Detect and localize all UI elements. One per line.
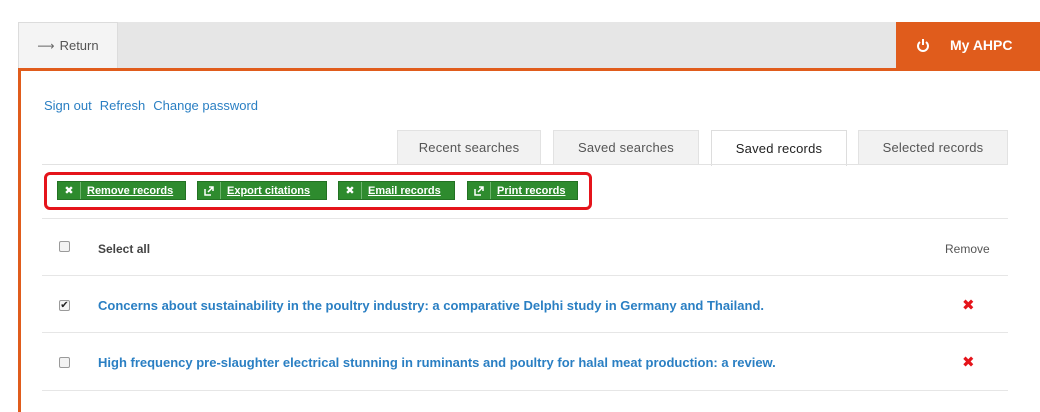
remove-record-icon[interactable]: ✖ bbox=[962, 353, 975, 371]
external-link-icon bbox=[468, 182, 491, 199]
close-icon: ✖ bbox=[339, 182, 362, 199]
remove-column-header: Remove bbox=[945, 242, 990, 256]
sign-out-link[interactable]: Sign out bbox=[44, 98, 92, 113]
tab-recent-searches[interactable]: Recent searches bbox=[397, 130, 541, 164]
divider bbox=[42, 275, 1008, 276]
record-title-link[interactable]: High frequency pre-slaughter electrical … bbox=[98, 355, 776, 370]
print-records-button[interactable]: Print records bbox=[467, 181, 578, 200]
tab-saved-searches[interactable]: Saved searches bbox=[553, 130, 699, 164]
record-checkbox[interactable]: ✔ bbox=[59, 300, 70, 311]
external-link-icon bbox=[198, 182, 221, 199]
tab-saved-records[interactable]: Saved records bbox=[711, 130, 847, 166]
select-all-label: Select all bbox=[98, 242, 151, 256]
email-records-button[interactable]: ✖ Email records bbox=[338, 181, 455, 200]
return-button[interactable]: ⟶ Return bbox=[18, 22, 118, 68]
logout-icon bbox=[916, 38, 930, 52]
remove-records-button[interactable]: ✖ Remove records bbox=[57, 181, 186, 200]
change-password-link[interactable]: Change password bbox=[153, 98, 258, 113]
my-ahpc-button[interactable]: My AHPC bbox=[896, 22, 1040, 68]
remove-records-label: Remove records bbox=[87, 184, 174, 197]
my-ahpc-label: My AHPC bbox=[950, 37, 1013, 53]
account-links: Sign out Refresh Change password bbox=[44, 98, 258, 113]
print-records-label: Print records bbox=[497, 184, 566, 197]
email-records-label: Email records bbox=[368, 184, 441, 197]
close-icon: ✖ bbox=[58, 182, 81, 199]
divider bbox=[42, 332, 1008, 333]
tab-selected-records[interactable]: Selected records bbox=[858, 130, 1008, 164]
return-label: Return bbox=[59, 38, 99, 53]
record-checkbox[interactable] bbox=[59, 357, 70, 368]
export-citations-button[interactable]: Export citations bbox=[197, 181, 327, 200]
divider bbox=[42, 390, 1008, 391]
select-all-checkbox[interactable] bbox=[59, 241, 70, 252]
remove-record-icon[interactable]: ✖ bbox=[962, 296, 975, 314]
arrow-left-icon: ⟶ bbox=[37, 38, 55, 53]
refresh-link[interactable]: Refresh bbox=[100, 98, 146, 113]
divider bbox=[42, 218, 1008, 219]
record-title-link[interactable]: Concerns about sustainability in the pou… bbox=[98, 298, 764, 313]
export-citations-label: Export citations bbox=[227, 184, 311, 197]
top-navigation-bar bbox=[18, 22, 1040, 68]
tab-divider bbox=[42, 164, 1008, 165]
